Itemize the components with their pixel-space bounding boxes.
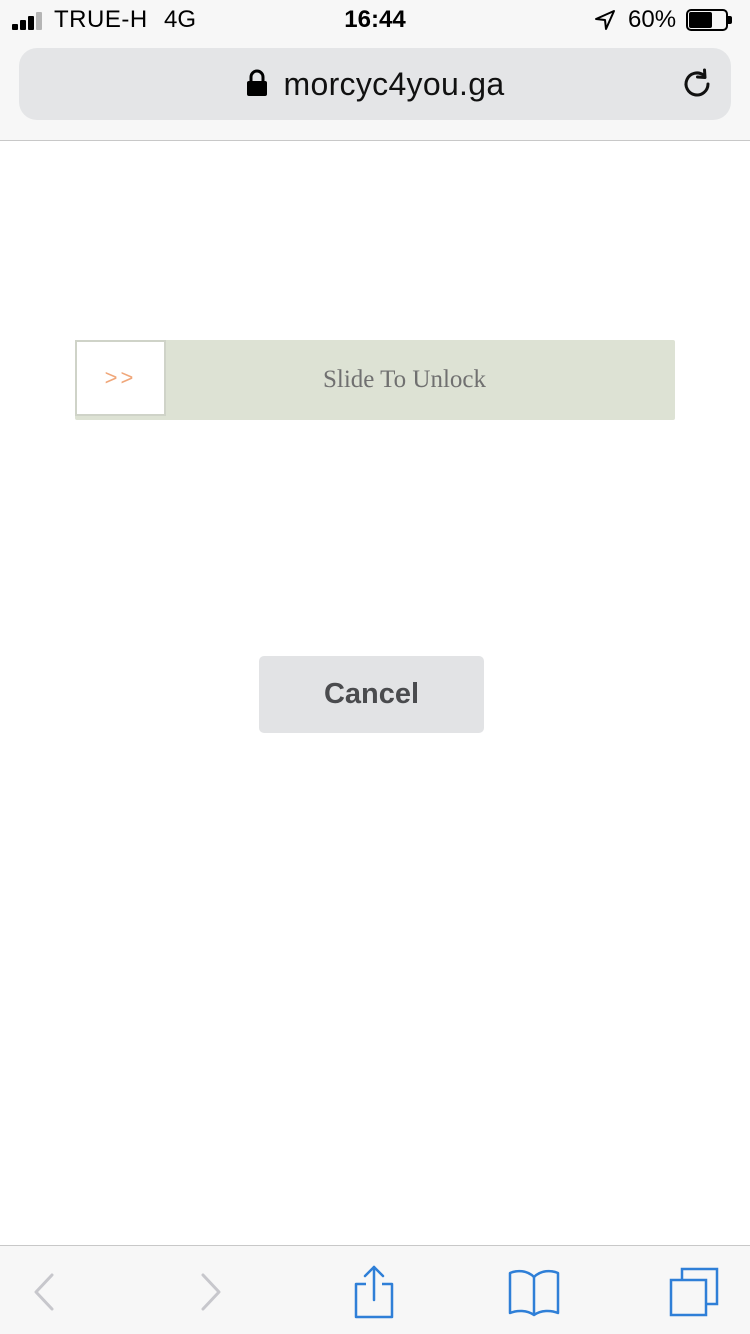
- url-text: morcyc4you.ga: [283, 65, 505, 102]
- slide-to-unlock-track[interactable]: >> Slide To Unlock: [75, 340, 675, 420]
- safari-page: TRUE-H 4G 16:44 60% morcyc4you.ga >> Sli…: [0, 0, 750, 1334]
- lock-icon: [246, 69, 267, 96]
- cancel-button[interactable]: Cancel: [259, 656, 484, 733]
- status-bar: TRUE-H 4G 16:44 60%: [0, 0, 750, 42]
- slider-label: Slide To Unlock: [322, 366, 487, 393]
- location-arrow-icon: [595, 10, 615, 30]
- address-display[interactable]: morcyc4you.ga: [19, 48, 731, 120]
- share-button[interactable]: [344, 1262, 404, 1322]
- battery-percent: 60%: [628, 6, 677, 33]
- battery-icon: [686, 9, 732, 31]
- back-chevron-icon: [34, 1273, 54, 1311]
- back-button[interactable]: [14, 1262, 74, 1322]
- share-icon: [354, 1265, 394, 1319]
- slider-handle[interactable]: >>: [75, 340, 166, 416]
- forward-button[interactable]: [181, 1262, 241, 1322]
- tabs-button[interactable]: [664, 1262, 724, 1322]
- tabs-icon: [669, 1267, 719, 1317]
- slider-arrows-icon: >>: [104, 365, 137, 390]
- bookmarks-button[interactable]: [504, 1262, 564, 1322]
- browser-top-chrome: TRUE-H 4G 16:44 60% morcyc4you.ga: [0, 0, 750, 141]
- reload-icon[interactable]: [679, 66, 715, 102]
- forward-chevron-icon: [201, 1273, 221, 1311]
- bookmarks-icon: [508, 1269, 560, 1317]
- browser-bottom-toolbar: [0, 1245, 750, 1334]
- address-bar[interactable]: morcyc4you.ga: [19, 48, 731, 120]
